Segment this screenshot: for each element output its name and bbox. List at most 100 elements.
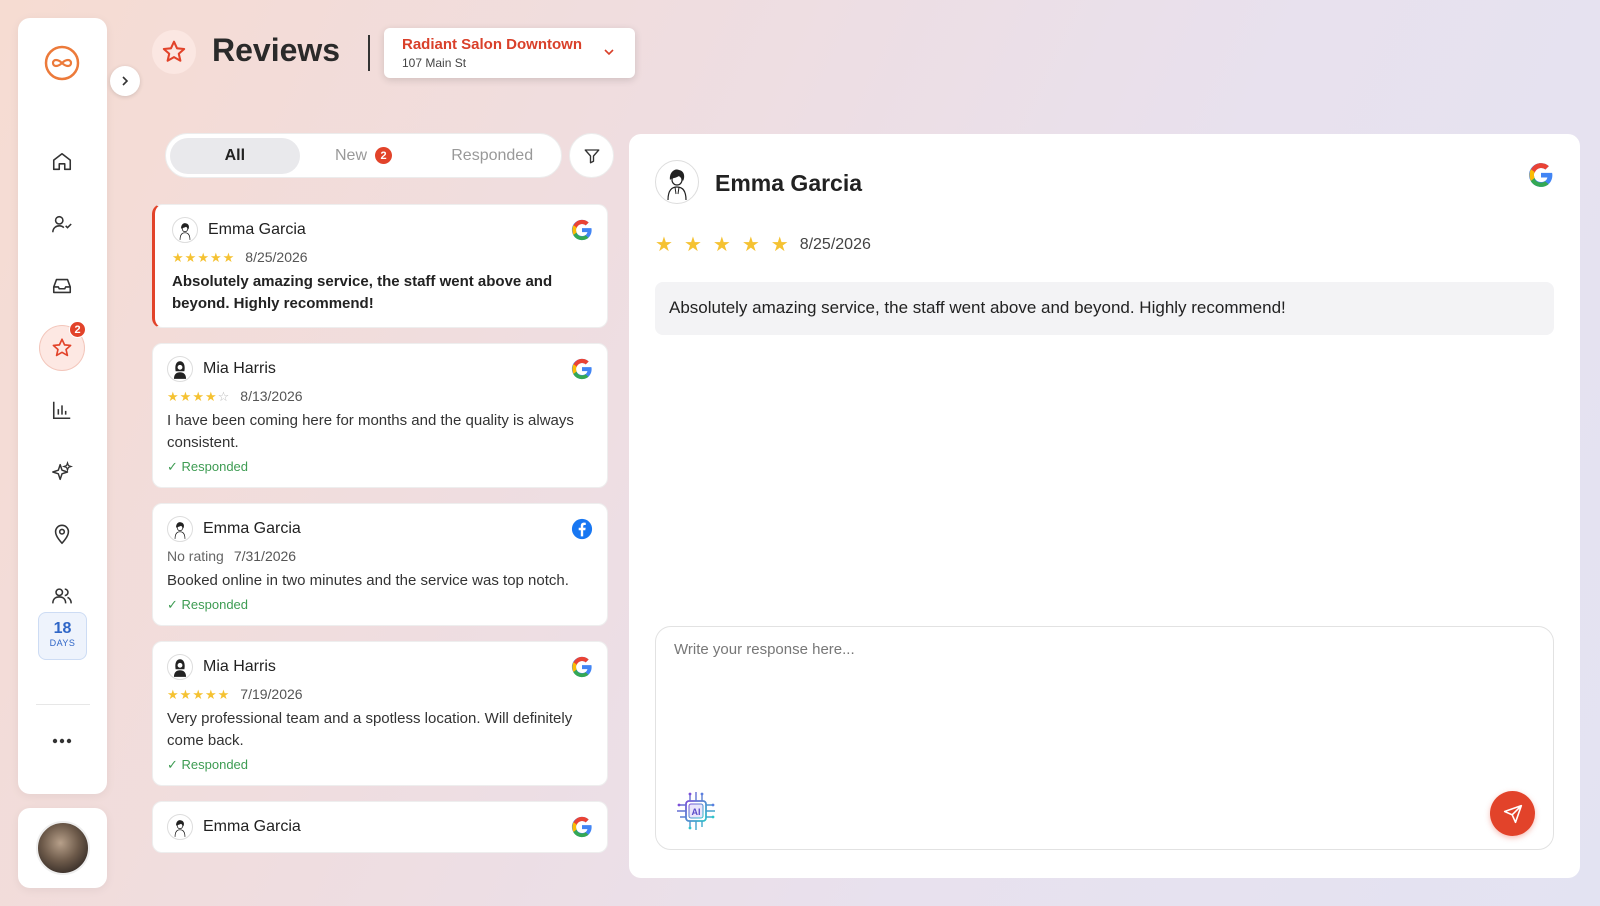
check-icon: ✓ [167,757,182,772]
review-card[interactable]: Emma Garcia No rating 7/31/2026 Booked onli… [152,503,608,626]
review-card[interactable]: Mia Harris ★ ★ ★ ★ ☆ 8/13/2026 I have been comi… [152,343,608,488]
responded-label: Responded [181,459,249,474]
sidebar-item-reviews[interactable]: 2 [40,321,86,370]
reviewer-name: Emma Garcia [203,520,301,537]
users-icon [52,588,72,604]
review-card-header: Mia Harris [167,654,593,680]
responded-status: ✓ Responded [167,757,593,773]
google-icon [571,656,593,683]
review-text: Absolutely amazing service, the staff we… [655,282,1554,335]
user-profile-card[interactable] [18,808,107,888]
star-icon: ★ [192,686,204,702]
ai-assist-button[interactable]: AI [674,789,718,833]
review-text: Absolutely amazing service, the staff we… [172,273,553,312]
tab-all-label: All [224,146,246,164]
reviewer-sketch-icon [667,169,687,201]
reviewer-avatar [167,814,193,840]
review-card-header: Emma Garcia [172,217,593,243]
review-meta: ★ ★ ★ ★ ☆ 8/13/2026 [167,388,593,404]
avatar[interactable] [35,821,90,875]
check-icon: ✓ [167,597,182,612]
review-card-header: Emma Garcia [167,814,593,840]
star-icon: ★ [712,234,731,256]
google-icon [571,219,593,246]
map-pin-icon [54,524,70,545]
responded-label: Responded [181,597,249,612]
review-card-header: Emma Garcia [167,516,593,542]
home-icon [52,152,72,171]
more-button[interactable] [40,724,84,758]
check-icon: ✓ [167,459,182,474]
sidebar-item-contacts[interactable] [40,202,84,246]
sidebar-expand-button[interactable] [110,66,140,96]
reviewer-name: Emma Garcia [715,170,863,196]
reviews-badge: 2 [69,321,86,338]
review-filter-tabs: All New 2 Responded [165,133,562,178]
responded-status: ✓ Responded [167,597,593,613]
location-selector[interactable]: Radiant Salon Downtown 107 Main St [384,28,635,78]
sidebar-divider [36,704,90,705]
review-meta: ★ ★ ★ ★ ★ 7/19/2026 [167,686,593,702]
sidebar-item-home[interactable] [40,140,84,184]
review-card[interactable]: Emma Garcia [152,801,608,853]
review-detail-panel: Emma Garcia ★ ★ ★ ★ ★ 8/25/2026 Absolutely a… [629,134,1580,878]
google-icon [571,358,593,385]
review-text: I have been coming here for months and t… [167,412,574,451]
star-icon: ★ [217,686,230,702]
trial-days-count: 18 [53,620,72,637]
star-icon: ★ [209,249,222,265]
google-icon [1528,162,1554,193]
star-icon: ★ [204,686,217,702]
sidebar-item-reports[interactable] [40,388,84,432]
detail-meta: ★ ★ ★ ★ ★ 8/25/2026 [655,232,871,257]
review-meta: ★ ★ ★ ★ ★ 8/25/2026 [172,249,593,265]
filter-button[interactable] [569,133,614,178]
facebook-icon [571,518,593,545]
response-composer: AI [655,626,1554,850]
reviewer-avatar [167,516,193,542]
more-dots-icon [52,738,72,744]
location-name: Radiant Salon Downtown [402,36,582,53]
send-button[interactable] [1490,791,1535,836]
response-input[interactable] [674,641,1534,781]
detail-rating: ★ ★ ★ ★ ★ [655,232,800,257]
sidebar-item-inbox[interactable] [40,264,84,308]
chevron-right-icon [122,76,129,86]
reviewer-name: Mia Harris [203,658,276,675]
review-rating: ★ ★ ★ ★ ☆ [167,390,230,403]
send-icon [1503,804,1522,823]
responded-status: ✓ Responded [167,459,593,475]
ai-label: AI [692,807,701,817]
reviewer-avatar [167,356,193,382]
trial-days-badge[interactable]: 18 DAYS [38,612,87,660]
location-address: 107 Main St [402,56,467,70]
sidebar: 2 18 DAYS [18,18,140,794]
sidebar-item-ai[interactable] [40,450,84,494]
tab-new[interactable]: New 2 [300,138,428,174]
app-logo[interactable] [44,45,80,81]
filter-icon [584,148,599,163]
sparkles-icon [52,461,73,481]
inbox-icon [52,278,72,294]
star-icon: ★ [770,234,789,256]
star-icon: ★ [192,388,204,404]
star-icon: ★ [167,388,179,404]
review-card-header: Mia Harris [167,356,593,382]
trial-days-unit: DAYS [49,638,76,648]
reviewer-name: Emma Garcia [208,221,306,238]
rating-text: No rating [167,548,224,564]
review-card[interactable]: Mia Harris ★ ★ ★ ★ ★ 7/19/2026 Very professiona… [152,641,608,786]
review-date: 8/25/2026 [245,249,308,265]
star-icon: ★ [184,249,197,265]
reviewer-avatar [655,160,699,204]
tab-new-label: New [335,146,368,164]
sidebar-item-locations[interactable] [40,512,84,556]
review-card[interactable]: Emma Garcia ★ ★ ★ ★ ★ 8/25/2026 Absolutely amaz… [152,204,608,328]
tab-all[interactable]: All [170,137,300,174]
star-icon: ★ [172,249,184,265]
responded-label: Responded [181,757,249,772]
tab-responded[interactable]: Responded [427,138,557,174]
bar-chart-icon [52,401,71,420]
reviewer-avatar [167,654,193,680]
review-text: Booked online in two minutes and the ser… [167,572,569,589]
